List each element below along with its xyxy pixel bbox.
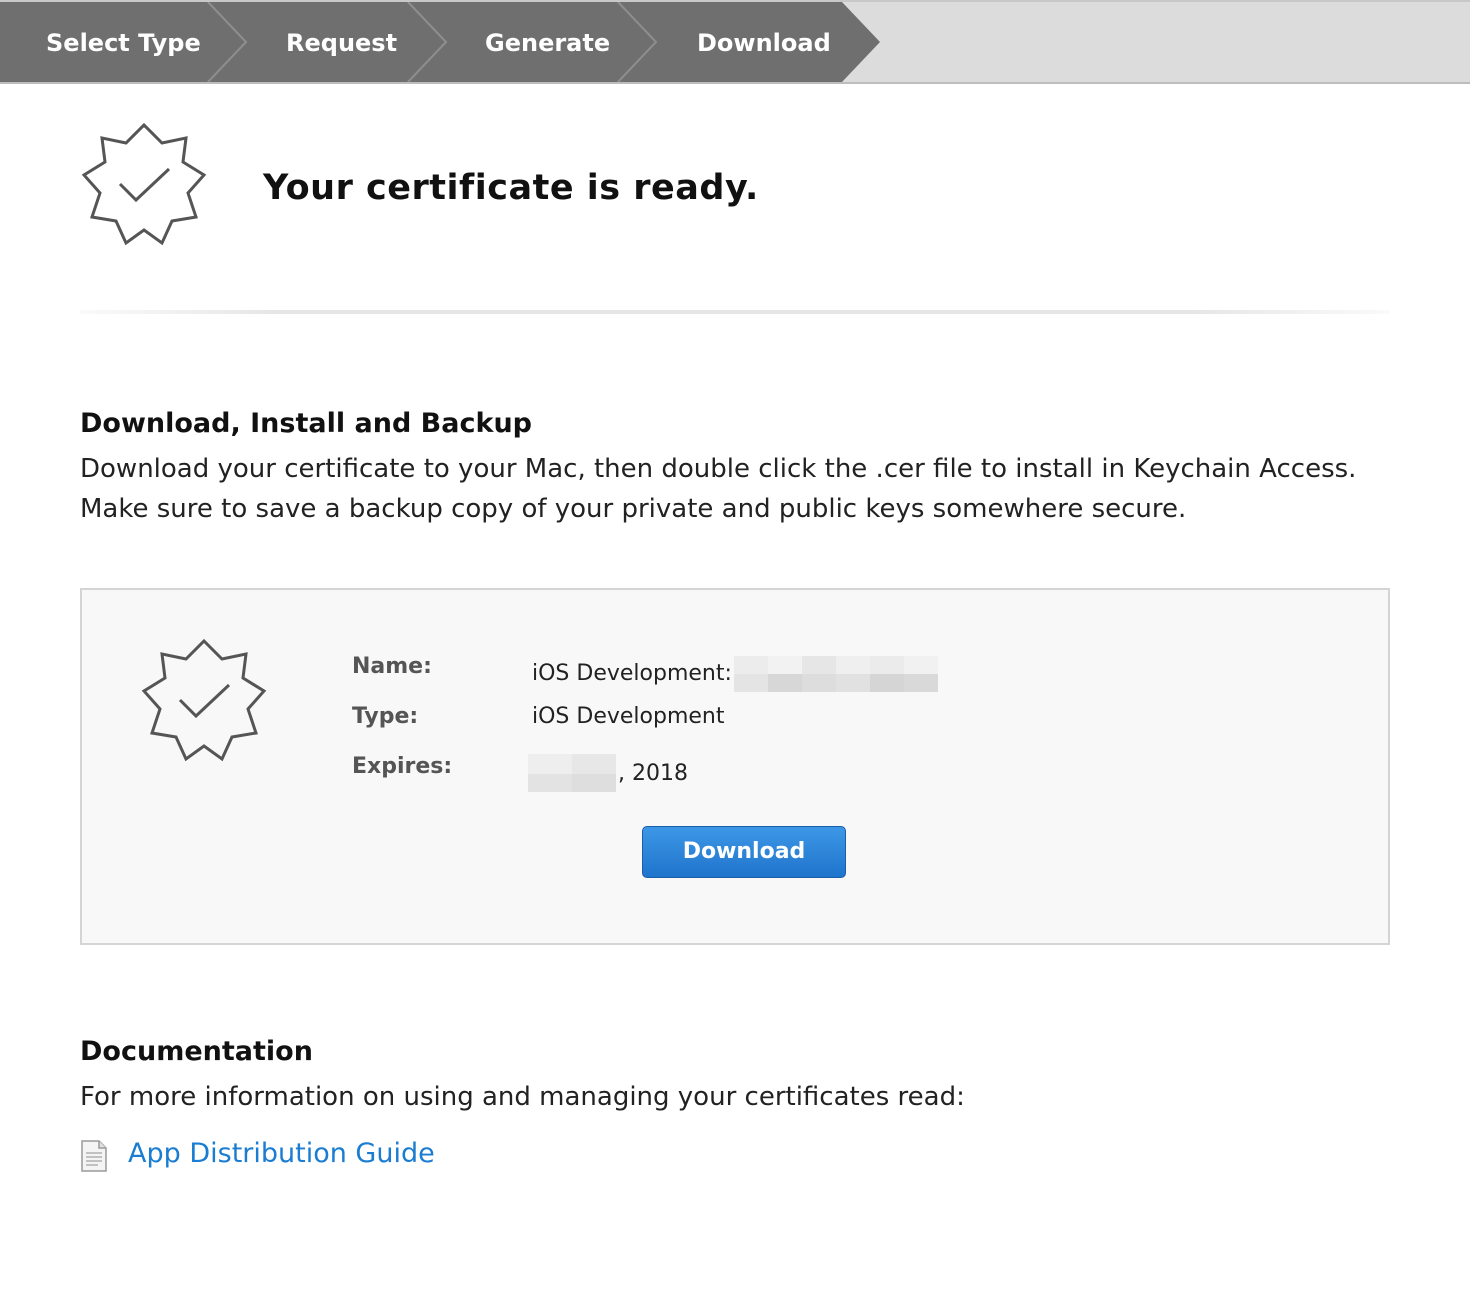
certificate-panel: Name: iOS Development: Type: iOS Develop…: [80, 588, 1390, 945]
step-select-type: Select Type: [46, 29, 201, 57]
step-request: Request: [286, 29, 398, 57]
step-download: Download: [697, 29, 831, 57]
certificate-badge-icon: [141, 638, 267, 762]
name-value-text: iOS Development:: [532, 661, 732, 686]
type-label: Type:: [352, 704, 419, 729]
expires-label: Expires:: [352, 754, 453, 779]
download-button[interactable]: Download: [642, 826, 846, 878]
type-value: iOS Development: [532, 704, 725, 729]
install-section-body: Download your certificate to your Mac, t…: [80, 454, 1357, 524]
document-icon: [81, 1140, 107, 1172]
install-section-title: Download, Install and Backup: [80, 408, 532, 439]
name-value: iOS Development:: [532, 654, 940, 694]
documentation-body: For more information on using and managi…: [80, 1082, 965, 1112]
expires-value: , 2018: [528, 754, 688, 794]
certificate-badge-icon: [81, 122, 207, 246]
header-divider: [80, 310, 1390, 314]
app-distribution-guide-link[interactable]: App Distribution Guide: [128, 1138, 435, 1169]
step-progress-bar: Select Type Request Generate Download: [0, 0, 1470, 84]
documentation-title: Documentation: [80, 1036, 313, 1067]
page-title: Your certificate is ready.: [263, 168, 759, 208]
redacted-date: [528, 754, 618, 794]
name-label: Name:: [352, 654, 432, 679]
step-generate: Generate: [485, 29, 611, 57]
redacted-name: [732, 654, 940, 694]
expires-year: , 2018: [618, 761, 688, 786]
